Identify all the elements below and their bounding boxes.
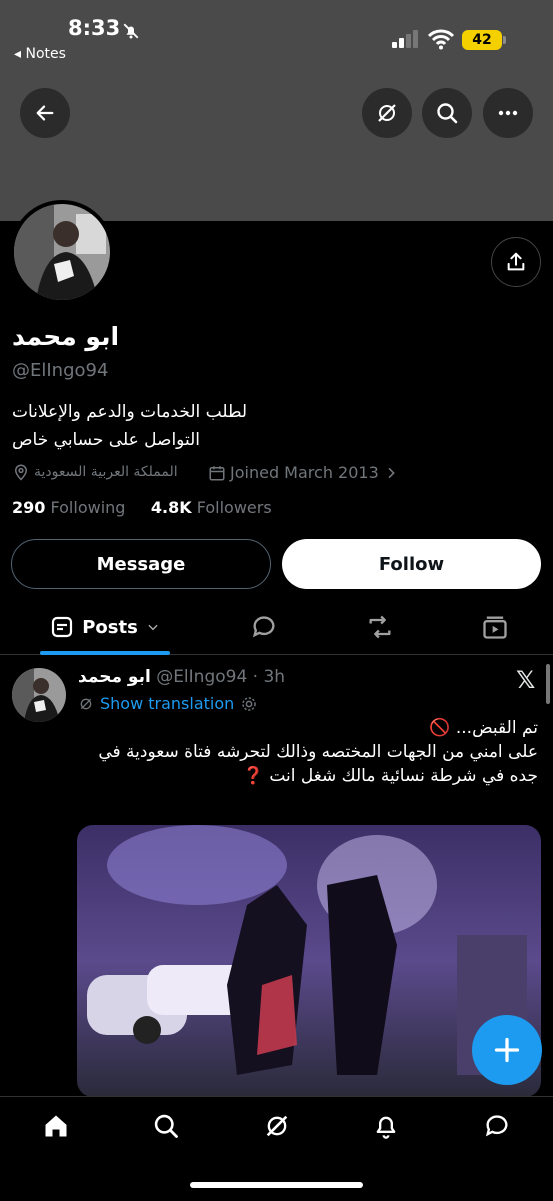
- location-text: المملكة العربية السعودية: [34, 464, 178, 480]
- profile-avatar[interactable]: [10, 200, 114, 304]
- calendar-icon: [209, 465, 225, 480]
- post-text: تم القبض... 🚫 على امني من الجهات المختصه…: [68, 716, 538, 788]
- followers-label: Followers: [196, 498, 272, 517]
- profile-location: المملكة العربية السعودية: [12, 463, 178, 481]
- scroll-indicator: [546, 664, 550, 704]
- battery-indicator: 42: [462, 30, 502, 50]
- follow-button[interactable]: Follow: [282, 539, 541, 589]
- post-video[interactable]: [77, 825, 541, 1097]
- bio-line-1: لطلب الخدمات والدعم والإعلانات: [12, 402, 248, 422]
- back-to-app-link[interactable]: ◂ Notes: [14, 46, 66, 62]
- show-translation-link[interactable]: Show translation: [78, 694, 258, 713]
- post-text-line-3: جده في شرطة نسائية مالك شغل انت ❓: [242, 766, 538, 786]
- show-translation-text: Show translation: [100, 694, 235, 713]
- tab-reposts[interactable]: [365, 613, 395, 641]
- post-header: ابو محمد @ElIngo94 · 3h: [78, 667, 285, 687]
- x-logo-icon: 𝕏: [516, 666, 536, 694]
- profile-joined[interactable]: Joined March 2013: [208, 463, 399, 482]
- following-label: Following: [50, 498, 126, 517]
- post-author-name[interactable]: ابو محمد: [78, 667, 151, 687]
- tab-replies[interactable]: [250, 613, 278, 641]
- joined-text: Joined March 2013: [230, 463, 379, 482]
- settings-icon[interactable]: [240, 695, 258, 713]
- search-icon: [437, 103, 458, 124]
- following-count: 290: [12, 498, 46, 517]
- tab-posts-label: Posts: [82, 616, 138, 638]
- post-handle-time: @ElIngo94 · 3h: [156, 667, 286, 687]
- post-text-line-1: تم القبض... 🚫: [429, 718, 538, 738]
- message-button[interactable]: Message: [11, 539, 271, 589]
- home-indicator: [190, 1182, 363, 1188]
- post-text-line-2: على امني من الجهات المختصه وذالك لتحرشه …: [98, 742, 538, 762]
- bio-line-2: التواصل على حسابي خاص: [12, 430, 200, 450]
- chevron-right-icon: [388, 467, 395, 478]
- back-button[interactable]: [20, 88, 70, 138]
- nav-search-icon[interactable]: [152, 1112, 180, 1140]
- chevron-down-icon: [148, 624, 158, 631]
- more-icon: [498, 110, 518, 116]
- followers-count: 4.8K: [150, 498, 192, 517]
- share-icon: [507, 252, 525, 271]
- following-link[interactable]: 290 Following: [12, 498, 125, 517]
- tab-posts[interactable]: Posts: [30, 600, 180, 654]
- share-button[interactable]: [491, 237, 541, 287]
- nav-grok-icon[interactable]: [263, 1112, 291, 1140]
- tab-media[interactable]: [481, 613, 509, 641]
- notifications-icon[interactable]: [372, 1112, 400, 1140]
- post-author-avatar[interactable]: [12, 668, 66, 722]
- back-arrow-icon: [36, 105, 54, 121]
- location-icon: [14, 464, 28, 481]
- followers-link[interactable]: 4.8K Followers: [151, 498, 272, 517]
- battery-tip: [503, 36, 506, 44]
- translate-icon: [80, 698, 92, 709]
- signal-icon: [392, 30, 418, 48]
- profile-name: ابو محمد: [12, 322, 120, 351]
- compose-button[interactable]: [472, 1015, 542, 1085]
- bell-off-icon: [123, 23, 139, 39]
- home-icon[interactable]: [42, 1112, 70, 1140]
- messages-icon[interactable]: [483, 1112, 511, 1140]
- grok-icon: [378, 104, 396, 122]
- posts-icon: [52, 616, 73, 638]
- grok-button[interactable]: [362, 88, 412, 138]
- status-time: 8:33: [68, 16, 121, 40]
- profile-stats: 290 Following 4.8K Followers: [12, 498, 272, 517]
- profile-handle: @ElIngo94: [12, 360, 109, 381]
- tab-active-indicator: [40, 651, 170, 655]
- more-button[interactable]: [483, 88, 533, 138]
- search-button[interactable]: [422, 88, 472, 138]
- plus-icon: [494, 1037, 520, 1063]
- wifi-icon: [428, 29, 454, 50]
